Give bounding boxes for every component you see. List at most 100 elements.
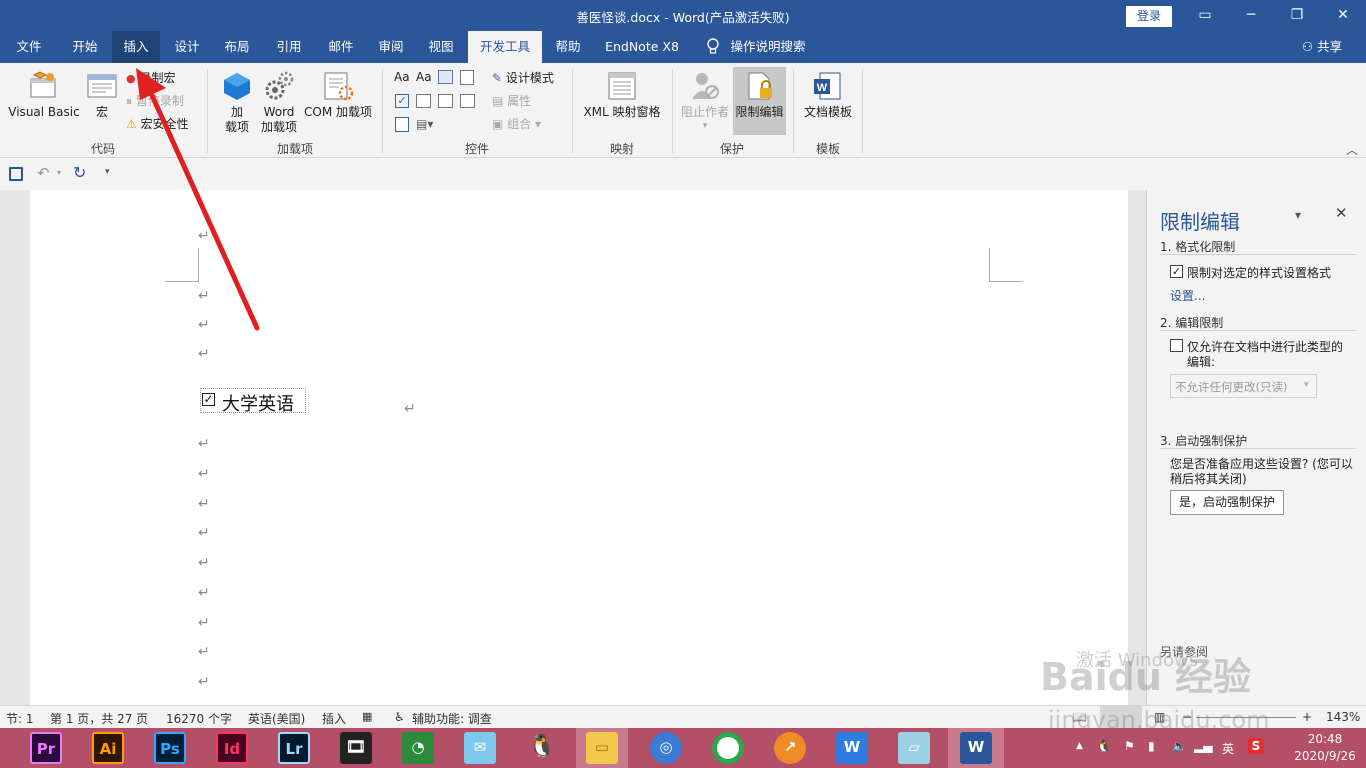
thunder-icon[interactable]: ↗ bbox=[774, 732, 806, 764]
chrome-icon[interactable] bbox=[712, 732, 744, 764]
browser-icon[interactable]: ◎ bbox=[650, 732, 682, 764]
chat-app-icon[interactable]: ✉ bbox=[464, 732, 496, 764]
close-icon[interactable]: ✕ bbox=[1320, 0, 1366, 31]
start-enforcing-button[interactable]: 是，启动强制保护 bbox=[1170, 490, 1284, 515]
sogou-icon[interactable]: S bbox=[1248, 738, 1264, 754]
repeat-icon[interactable]: ↻ bbox=[73, 163, 86, 182]
repeating-section-icon[interactable] bbox=[395, 117, 409, 132]
tab-view[interactable]: 视图 bbox=[418, 31, 464, 63]
file-explorer-app[interactable]: ▭ bbox=[576, 728, 628, 768]
section-enforcement-title: 3. 启动强制保护 bbox=[1160, 434, 1248, 448]
checkbox-control-icon[interactable]: ✓ bbox=[395, 94, 409, 108]
undo-dropdown-icon[interactable]: ▾ bbox=[57, 168, 61, 177]
editing-restriction-checkbox[interactable] bbox=[1170, 339, 1183, 352]
macros-button[interactable]: 宏 bbox=[84, 69, 120, 135]
flag-icon[interactable]: ⚑ bbox=[1124, 739, 1135, 753]
xml-mapping-pane-label: XML 映射窗格 bbox=[583, 105, 661, 119]
date-picker-control-icon[interactable] bbox=[460, 94, 475, 108]
word-app[interactable]: W bbox=[948, 728, 1004, 768]
checkbox-content-control[interactable]: ✓ 大学英语 bbox=[200, 388, 306, 415]
formatting-restriction-checkbox[interactable]: ✓ bbox=[1170, 265, 1183, 278]
tab-developer[interactable]: 开发工具 bbox=[468, 31, 542, 63]
tab-home[interactable]: 开始 bbox=[60, 31, 110, 63]
paragraph-mark: ↵ bbox=[198, 615, 210, 631]
combo-box-control-icon[interactable] bbox=[416, 94, 431, 108]
accessibility-status[interactable]: 辅助功能: 调查 bbox=[412, 710, 492, 727]
content-checkbox-icon[interactable]: ✓ bbox=[202, 393, 215, 406]
illustrator-app[interactable]: Ai bbox=[92, 732, 124, 764]
lottery-app-icon[interactable]: ◔ bbox=[402, 732, 434, 764]
tab-help[interactable]: 帮助 bbox=[546, 31, 590, 63]
photoshop-app[interactable]: Ps bbox=[154, 732, 186, 764]
tab-file[interactable]: 文件 bbox=[6, 31, 52, 63]
building-block-control-icon[interactable] bbox=[460, 70, 474, 85]
legacy-tools-icon[interactable]: ▤▾ bbox=[416, 117, 433, 131]
language-indicator[interactable]: 英语(美国) bbox=[248, 710, 305, 727]
properties-button[interactable]: ▤ 属性 bbox=[492, 93, 531, 109]
tab-endnote[interactable]: EndNote X8 bbox=[598, 31, 686, 63]
pane-options-icon[interactable]: ▾ bbox=[1295, 208, 1301, 222]
customize-qat-icon[interactable]: ▾ bbox=[105, 167, 110, 177]
qq-icon[interactable]: 🐧 bbox=[526, 732, 558, 764]
volume-icon[interactable]: 🔈 bbox=[1172, 739, 1187, 753]
document-template-button[interactable]: W 文档模板 bbox=[799, 69, 857, 135]
group-divider bbox=[382, 69, 383, 153]
picture-control-icon[interactable] bbox=[438, 70, 453, 84]
tab-layout[interactable]: 布局 bbox=[214, 31, 260, 63]
tab-insert[interactable]: 插入 bbox=[112, 31, 160, 63]
battery-icon[interactable]: ▮ bbox=[1148, 739, 1155, 753]
undo-icon[interactable]: ↶ bbox=[37, 164, 50, 182]
design-mode-button[interactable]: ✎ 设计模式 bbox=[492, 70, 554, 86]
tab-review[interactable]: 审阅 bbox=[368, 31, 414, 63]
share-button[interactable]: ⚇ 共享 bbox=[1296, 31, 1348, 63]
qq-tray-icon[interactable]: 🐧 bbox=[1096, 739, 1111, 753]
paragraph-mark: ↵ bbox=[198, 496, 210, 512]
rich-text-control-icon[interactable]: Aa bbox=[394, 70, 410, 84]
clock-time[interactable]: 20:48 bbox=[1294, 732, 1356, 746]
dropdown-control-icon[interactable] bbox=[438, 94, 453, 108]
zoom-level[interactable]: 143% bbox=[1326, 710, 1360, 724]
clock-date[interactable]: 2020/9/26 bbox=[1288, 749, 1362, 763]
block-authors-label: 阻止作者 bbox=[680, 105, 729, 119]
settings-link[interactable]: 设置... bbox=[1170, 287, 1205, 304]
tab-mailings[interactable]: 邮件 bbox=[318, 31, 364, 63]
accessibility-icon[interactable]: ♿ bbox=[394, 710, 405, 724]
restrict-editing-button[interactable]: 限制编辑 bbox=[733, 67, 786, 135]
save-icon[interactable] bbox=[9, 167, 23, 181]
group-button[interactable]: ▣ 组合 ▾ bbox=[492, 116, 541, 132]
visual-basic-button[interactable]: Visual Basic bbox=[8, 69, 80, 135]
collapse-ribbon-icon[interactable]: ︿ bbox=[1346, 141, 1358, 158]
video-editor-icon[interactable]: 🎞 bbox=[340, 732, 372, 764]
plain-text-control-icon[interactable]: Aa bbox=[416, 70, 432, 84]
indesign-app[interactable]: Id bbox=[216, 732, 248, 764]
tell-me-search[interactable]: 操作说明搜索 bbox=[728, 31, 808, 63]
block-authors-button[interactable]: 阻止作者 ▾ bbox=[678, 69, 732, 135]
premiere-app[interactable]: Pr bbox=[30, 732, 62, 764]
taskbar: Pr Ai Ps Id Lr 🎞 ◔ ✉ 🐧 ▭ ◎ ↗ W ▱ W ▲ 🐧 ⚑… bbox=[0, 728, 1366, 768]
lightroom-app[interactable]: Lr bbox=[278, 732, 310, 764]
network-icon[interactable]: ▂▄ bbox=[1194, 739, 1212, 753]
folder-icon: ▭ bbox=[586, 732, 618, 764]
tab-references[interactable]: 引用 bbox=[266, 31, 312, 63]
login-button[interactable]: 登录 bbox=[1126, 6, 1172, 27]
insert-mode[interactable]: 插入 bbox=[322, 710, 346, 727]
pane-close-icon[interactable]: ✕ bbox=[1335, 204, 1348, 222]
xml-mapping-pane-button[interactable]: XML 映射窗格 bbox=[578, 69, 666, 135]
com-addins-button[interactable]: COM 加载项 bbox=[300, 69, 376, 135]
ribbon-display-options-icon[interactable]: ▭ bbox=[1182, 0, 1228, 31]
editing-type-select[interactable]: 不允许任何更改(只读) ▾ bbox=[1170, 374, 1317, 398]
zoom-in-icon[interactable]: + bbox=[1302, 710, 1312, 724]
minimize-icon[interactable]: ─ bbox=[1228, 0, 1274, 31]
notes-icon[interactable]: ▱ bbox=[898, 732, 930, 764]
section-indicator[interactable]: 节: 1 bbox=[6, 710, 34, 727]
ime-indicator[interactable]: 英 bbox=[1222, 740, 1234, 757]
macros-label: 宏 bbox=[95, 105, 108, 119]
restore-icon[interactable]: ❐ bbox=[1274, 0, 1320, 31]
show-hidden-icons[interactable]: ▲ bbox=[1076, 741, 1083, 751]
wps-icon[interactable]: W bbox=[836, 732, 868, 764]
annotation-arrow-icon bbox=[136, 68, 260, 331]
word-count[interactable]: 16270 个字 bbox=[166, 710, 232, 727]
tab-design[interactable]: 设计 bbox=[164, 31, 210, 63]
page-indicator[interactable]: 第 1 页，共 27 页 bbox=[50, 710, 148, 727]
macro-record-icon[interactable]: ▦ bbox=[362, 710, 372, 723]
